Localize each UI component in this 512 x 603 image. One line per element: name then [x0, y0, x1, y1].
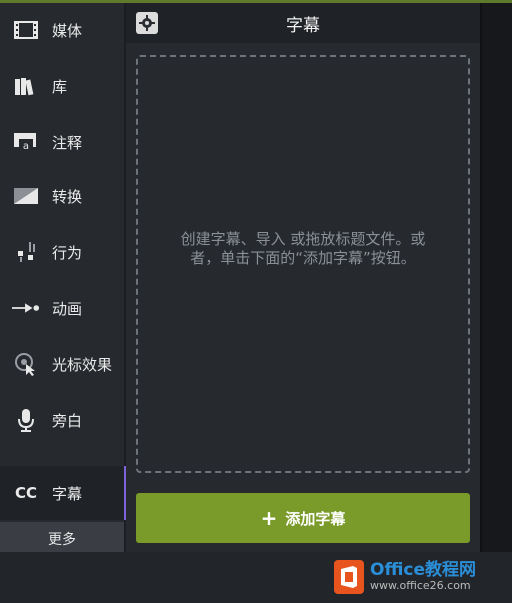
- cc-icon: CC: [14, 484, 38, 502]
- sidebar-item-transitions[interactable]: 转换: [0, 169, 124, 223]
- more-button[interactable]: 更多: [0, 522, 124, 555]
- add-caption-button[interactable]: + 添加字幕: [136, 493, 470, 543]
- sidebar-item-label: 转换: [52, 187, 83, 206]
- library-icon: [12, 74, 40, 98]
- sidebar-item-voice-narration[interactable]: 旁白: [0, 393, 124, 447]
- microphone-icon: [12, 408, 40, 432]
- behavior-icon: [12, 240, 40, 264]
- sidebar-item-label: 媒体: [52, 21, 83, 40]
- panel-divider: [480, 3, 482, 552]
- add-caption-label: 添加字幕: [285, 509, 346, 528]
- panel-title: 字幕: [286, 15, 320, 36]
- gear-icon[interactable]: [136, 12, 158, 34]
- panel-header: 字幕: [126, 3, 480, 43]
- sidebar-item-behaviors[interactable]: 行为: [0, 225, 124, 279]
- sidebar-item-label: 字幕: [52, 484, 83, 503]
- sidebar-item-cursor-effects[interactable]: 光标效果: [0, 337, 124, 391]
- sidebar-item-annotations[interactable]: a 注释: [0, 115, 124, 169]
- right-side-panel: [480, 3, 512, 552]
- sidebar-item-label: 注释: [52, 133, 83, 152]
- sidebar-item-label: 行为: [52, 243, 83, 262]
- transition-icon: [12, 184, 40, 208]
- app-window: 媒体 库 a 注释 转换 行为 动画 光标效果 旁白 CC 字幕 更多 字幕 创…: [0, 0, 512, 603]
- annotation-icon: a: [12, 130, 40, 154]
- watermark-url: www.office26.com: [370, 579, 471, 592]
- caption-drop-zone[interactable]: 创建字幕、导入 或拖放标题文件。或者，单击下面的“添加字幕”按钮。: [136, 55, 470, 473]
- captions-panel: 字幕 创建字幕、导入 或拖放标题文件。或者，单击下面的“添加字幕”按钮。 + 添…: [126, 3, 480, 552]
- sidebar-item-label: 光标效果: [52, 355, 113, 374]
- office-logo-icon: [334, 560, 364, 594]
- sidebar-item-animations[interactable]: 动画: [0, 281, 124, 335]
- sidebar-item-library[interactable]: 库: [0, 59, 124, 113]
- sidebar-item-captions[interactable]: CC 字幕: [0, 466, 126, 520]
- sidebar-item-label: 库: [52, 77, 68, 96]
- cursor-effect-icon: [12, 352, 40, 376]
- film-icon: [12, 18, 40, 42]
- drop-instructions: 创建字幕、导入 或拖放标题文件。或者，单击下面的“添加字幕”按钮。: [180, 230, 426, 267]
- svg-text:a: a: [23, 141, 29, 152]
- sidebar-item-label: 旁白: [52, 411, 83, 430]
- sidebar: 媒体 库 a 注释 转换 行为 动画 光标效果 旁白 CC 字幕 更多: [0, 3, 126, 555]
- plus-icon: +: [260, 506, 278, 530]
- animation-icon: [12, 296, 40, 320]
- watermark: Office教程网 www.office26.com: [334, 555, 504, 599]
- watermark-brand: Office教程网: [370, 560, 477, 580]
- sidebar-item-label: 动画: [52, 299, 83, 318]
- sidebar-item-media[interactable]: 媒体: [0, 3, 124, 57]
